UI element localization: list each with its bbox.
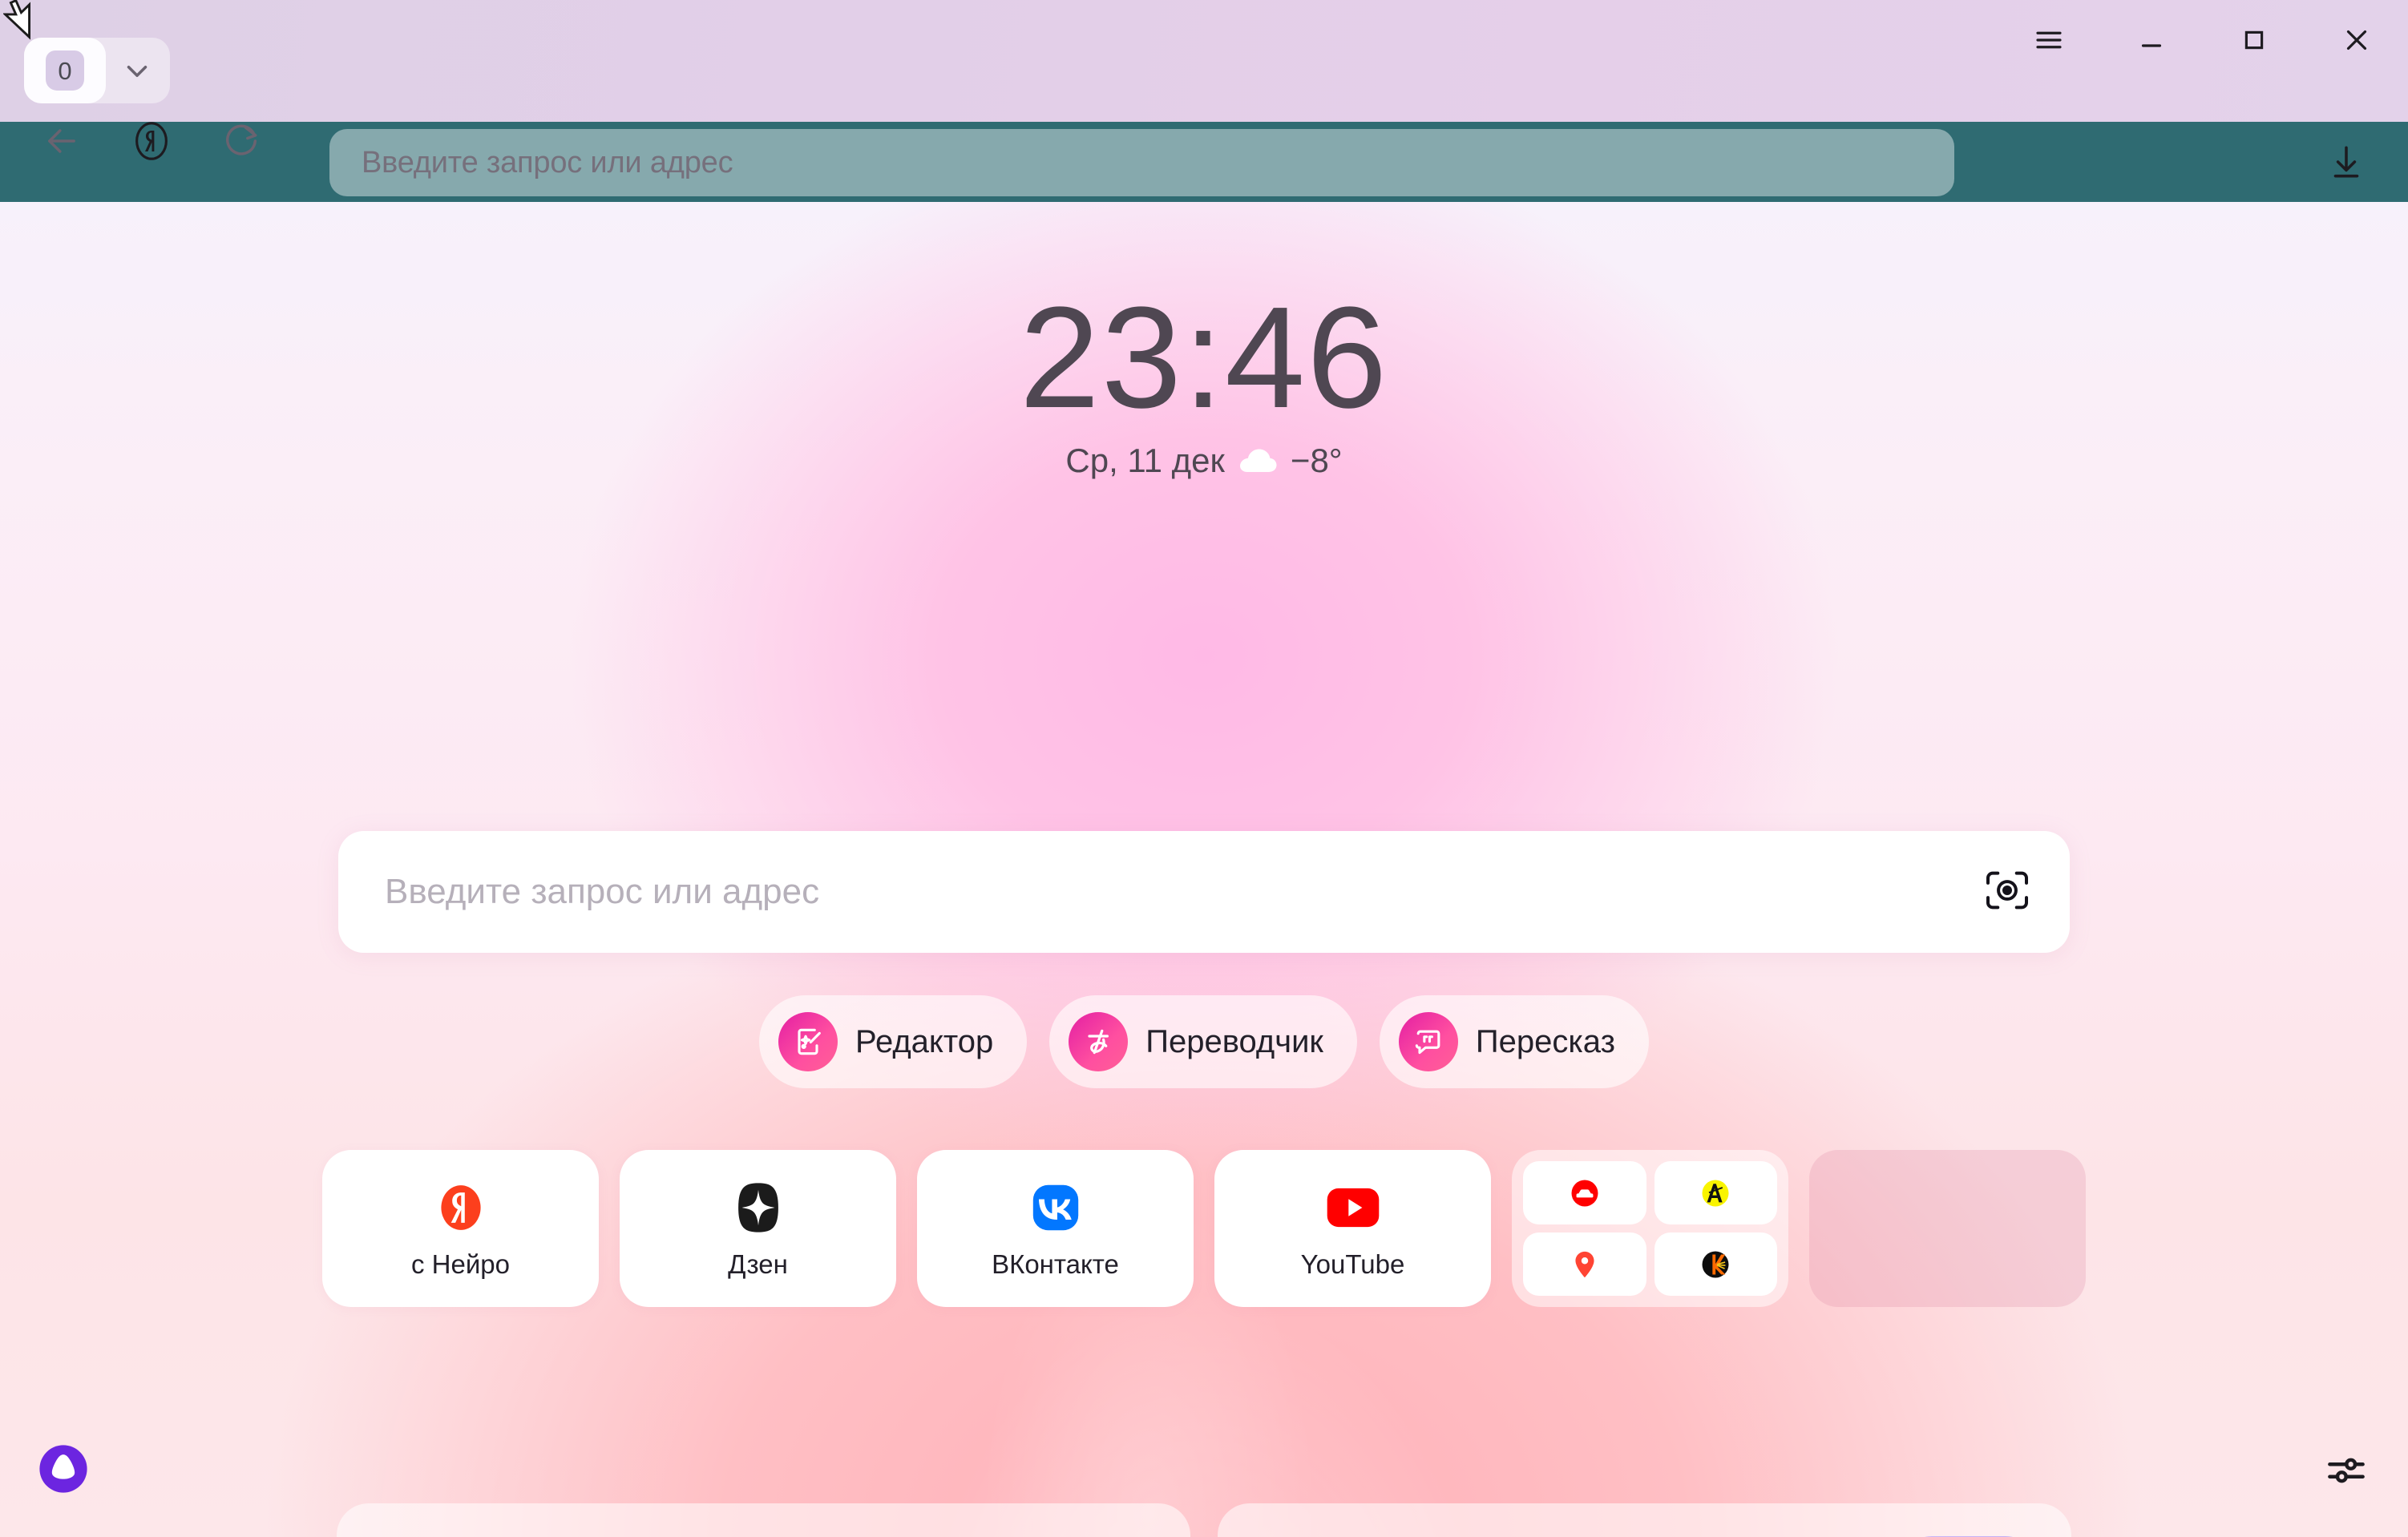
ai-feature-chips: Редактор Переводчик Пересказ <box>0 995 2408 1088</box>
download-icon[interactable] <box>2312 128 2381 197</box>
browser-window: 0 Введите запрос или адрес 23:46 Ср, 11 … <box>0 0 2408 1537</box>
weather-temperature: −8° <box>1290 442 1343 479</box>
minimize-icon[interactable] <box>2100 0 2203 80</box>
chip-editor[interactable]: Редактор <box>759 995 1028 1088</box>
chip-translator[interactable]: Переводчик <box>1049 995 1357 1088</box>
tile-neuro[interactable]: с Нейро <box>322 1150 599 1307</box>
back-arrow-icon[interactable] <box>27 107 96 175</box>
translate-hiragana-icon <box>1069 1012 1129 1071</box>
alice-assistant-icon[interactable] <box>34 1439 93 1499</box>
summary-quote-bubble-icon <box>1398 1012 1458 1071</box>
cloud-icon <box>1236 445 1279 477</box>
address-bar-input[interactable]: Введите запрос или адрес <box>329 129 1954 196</box>
address-bar-placeholder: Введите запрос или адрес <box>362 145 733 180</box>
mouse-cursor <box>2 0 37 46</box>
tile-youtube[interactable]: YouTube <box>1214 1150 1491 1307</box>
folder-cell[interactable] <box>1654 1232 1777 1296</box>
promo-cards: Войдите в Яндекс, чтобы закладки и парол… <box>0 1503 2408 1537</box>
vk-icon <box>1025 1177 1086 1238</box>
folder-cell[interactable] <box>1654 1161 1777 1224</box>
maximize-icon[interactable] <box>2203 0 2305 80</box>
tile-vkontakte[interactable]: ВКонтакте <box>917 1150 1194 1307</box>
folder-cell[interactable] <box>1523 1232 1646 1296</box>
chip-summary[interactable]: Пересказ <box>1379 995 1649 1088</box>
yandex-go-car-icon <box>1567 1176 1602 1211</box>
tile-dzen[interactable]: Дзен <box>620 1150 896 1307</box>
menu-icon[interactable] <box>1998 0 2100 80</box>
sliders-settings-icon[interactable] <box>2320 1444 2373 1497</box>
tile-add-placeholder[interactable] <box>1809 1150 2086 1307</box>
clock-date: Ср, 11 дек <box>1065 442 1225 479</box>
youtube-icon <box>1323 1177 1384 1238</box>
kinopoisk-icon <box>1698 1247 1733 1282</box>
smart-camera-icon[interactable] <box>1982 865 2033 920</box>
chip-label: Пересказ <box>1475 1023 1615 1059</box>
yandex-neuro-icon <box>430 1177 491 1238</box>
clock-widget[interactable]: 23:46 Ср, 11 дек −8° <box>0 282 2408 480</box>
new-tab-page: 23:46 Ср, 11 дек −8° Введите запрос или … <box>0 202 2408 1537</box>
clock-time: 23:46 <box>1019 277 1389 438</box>
close-icon[interactable] <box>2305 0 2408 80</box>
tile-label: с Нейро <box>411 1249 510 1279</box>
tile-label: ВКонтакте <box>992 1249 1119 1279</box>
tile-label: Дзен <box>728 1249 788 1279</box>
tile-folder-group[interactable] <box>1512 1150 1788 1307</box>
reload-icon[interactable] <box>207 107 276 175</box>
chip-label: Редактор <box>855 1023 994 1059</box>
folder-cell[interactable] <box>1523 1161 1646 1224</box>
promo-card-login[interactable]: Войдите в Яндекс, чтобы закладки и парол… <box>337 1503 1190 1537</box>
promo-card-yagpt[interactable]: Браузер улучшает и исправляет тексты с п… <box>1218 1503 2071 1537</box>
bookmark-tiles: с Нейро Дзен ВКонтакте YouTube <box>0 1150 2408 1307</box>
yandex-maps-pin-icon <box>1567 1247 1602 1282</box>
search-placeholder: Введите запрос или адрес <box>385 872 820 911</box>
editor-sparkle-icon <box>778 1012 838 1071</box>
afisha-a-icon <box>1698 1176 1733 1211</box>
search-input[interactable]: Введите запрос или адрес <box>338 831 2070 953</box>
clock-subline: Ср, 11 дек −8° <box>0 442 2408 480</box>
chip-label: Переводчик <box>1145 1023 1323 1059</box>
dzen-icon <box>728 1177 789 1238</box>
tile-label: YouTube <box>1300 1249 1405 1279</box>
window-controls <box>1998 0 2408 80</box>
yandex-logo-icon[interactable] <box>117 107 186 175</box>
